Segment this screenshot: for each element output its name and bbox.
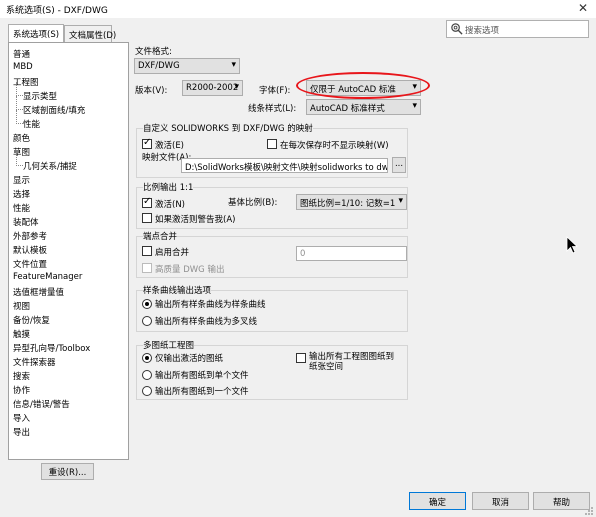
tree-item-mbd[interactable]: MBD	[13, 62, 33, 72]
tree-item-external-references[interactable]: 外部参考	[13, 230, 47, 242]
mapping-group-title: 自定义 SOLIDWORKS 到 DXF/DWG 的映射	[143, 122, 313, 134]
tree-item-general[interactable]: 普通	[13, 48, 30, 60]
version-select[interactable]: R2000-2002	[182, 80, 243, 96]
spline-as-polyline-label: 输出所有样条曲线为多叉线	[155, 317, 258, 327]
all-sheets-separate-radio[interactable]	[142, 370, 152, 380]
tree-item-file-explorer[interactable]: 文件探索器	[13, 356, 56, 368]
endpoint-group-title: 端点合并	[143, 230, 178, 242]
tree-item-view[interactable]: 视图	[13, 300, 30, 312]
gear-search-icon	[451, 23, 463, 35]
title-bar: 系统选项(S) - DXF/DWG ✕	[0, 0, 596, 18]
scale-activate-label: 激活(N)	[155, 200, 185, 210]
base-scale-label: 基体比例(B):	[228, 198, 278, 208]
spline-group-title: 样条曲线输出选项	[143, 284, 212, 296]
tab-system-options[interactable]: 系统选项(S)	[8, 24, 64, 42]
endpoint-value-input[interactable]: 0	[296, 246, 407, 261]
active-sheet-only-label: 仅输出激活的图纸	[155, 354, 224, 364]
tree-item-file-locations[interactable]: 文件位置	[13, 258, 47, 270]
tree-item-default-templates[interactable]: 默认模板	[13, 244, 47, 256]
scale-warn-label: 如果激活则警告我(A)	[155, 215, 236, 225]
file-format-select[interactable]: DXF/DWG	[134, 58, 240, 74]
multisheet-group-title: 多图纸工程图	[143, 339, 195, 351]
spline-as-spline-radio[interactable]	[142, 299, 152, 309]
mapping-no-show-checkbox[interactable]	[267, 139, 277, 149]
mouse-cursor-icon	[566, 236, 578, 254]
version-label: 版本(V):	[135, 86, 168, 96]
tree-item-messages[interactable]: 信息/错误/警告	[13, 398, 70, 410]
high-quality-dwg-checkbox[interactable]	[142, 263, 152, 273]
tree-item-touch[interactable]: 触摸	[13, 328, 30, 340]
ok-button[interactable]: 确定	[409, 492, 466, 510]
mapping-no-show-label: 在每次保存时不显示映射(W)	[280, 141, 389, 151]
mapping-activate-label: 激活(E)	[155, 141, 185, 151]
base-scale-select[interactable]: 图纸比例=1/10: 记数=1	[296, 194, 407, 210]
tree-item-relations-snaps[interactable]: 几何关系/捕捉	[16, 152, 77, 172]
window-title: 系统选项(S) - DXF/DWG	[6, 6, 108, 16]
active-sheet-only-radio[interactable]	[142, 353, 152, 363]
scale-group-title: 比例输出 1:1	[143, 181, 194, 193]
endpoint-value: 0	[300, 249, 306, 259]
search-placeholder: 搜索选项	[465, 26, 500, 36]
tree-item-search[interactable]: 搜索	[13, 370, 30, 382]
tree-item-assemblies[interactable]: 装配体	[13, 216, 39, 228]
paper-space-checkbox[interactable]	[296, 353, 306, 363]
highlight-annotation	[296, 72, 430, 99]
mapping-file-input[interactable]: D:\SolidWorks模板\映射文件\映射solidworks to dwg	[181, 158, 388, 173]
tree-item-export[interactable]: 导出	[13, 426, 30, 438]
scale-warn-checkbox[interactable]	[142, 213, 152, 223]
tree-item-area-hatch[interactable]: 区域剖面线/填充	[15, 96, 85, 116]
reset-button[interactable]: 重设(R)...	[41, 463, 94, 480]
tree-item-performance[interactable]: 性能	[13, 202, 30, 214]
tree-item-collaboration[interactable]: 协作	[13, 384, 30, 396]
all-sheets-separate-label: 输出所有图纸到单个文件	[155, 371, 249, 381]
all-sheets-one-file-radio[interactable]	[142, 386, 152, 396]
search-input[interactable]: 搜索选项	[446, 20, 589, 38]
line-style-label: 线条样式(L):	[248, 104, 297, 114]
paper-space-label: 输出所有工程图图纸到 纸张空间	[309, 352, 395, 372]
spline-as-spline-label: 输出所有样条曲线为样条曲线	[155, 300, 266, 310]
browse-button[interactable]: ...	[392, 157, 406, 173]
font-label: 字体(F):	[259, 86, 291, 96]
tree-item-display[interactable]: 显示	[13, 174, 30, 186]
line-style-select[interactable]: AutoCAD 标准样式	[306, 99, 421, 115]
tree-item-selection[interactable]: 选择	[13, 188, 30, 200]
tree-item-display-style[interactable]: 显示类型	[15, 82, 57, 102]
high-quality-dwg-label: 高质量 DWG 输出	[155, 265, 225, 275]
tree-item-featuremanager[interactable]: FeatureManager	[13, 272, 82, 282]
help-button[interactable]: 帮助	[533, 492, 590, 510]
tree-item-backup-recover[interactable]: 备份/恢复	[13, 314, 50, 326]
tree-item-colors[interactable]: 颜色	[13, 132, 30, 144]
options-tree: 普通 MBD 工程图 显示类型 区域剖面线/填充 性能 颜色 草图 几何关系/捕…	[8, 42, 129, 460]
tree-item-drawing-performance[interactable]: 性能	[15, 110, 40, 130]
file-format-label: 文件格式:	[135, 47, 172, 57]
tree-item-hole-wizard-toolbox[interactable]: 异型孔向导/Toolbox	[13, 342, 90, 354]
cancel-button[interactable]: 取消	[472, 492, 529, 510]
endpoint-enable-label: 启用合并	[155, 248, 190, 258]
resize-grip-icon[interactable]	[584, 506, 594, 516]
close-icon[interactable]: ✕	[578, 1, 588, 15]
scale-activate-checkbox[interactable]	[142, 196, 152, 208]
spline-as-polyline-radio[interactable]	[142, 316, 152, 326]
tab-document-properties[interactable]: 文档属性(D)	[64, 25, 116, 42]
tree-item-import[interactable]: 导入	[13, 412, 30, 424]
tree-item-spin-box-increments[interactable]: 选值框增量值	[13, 286, 64, 298]
mapping-activate-checkbox[interactable]	[142, 137, 152, 149]
all-sheets-one-file-label: 输出所有图纸到一个文件	[155, 387, 249, 397]
endpoint-enable-checkbox[interactable]	[142, 246, 152, 256]
